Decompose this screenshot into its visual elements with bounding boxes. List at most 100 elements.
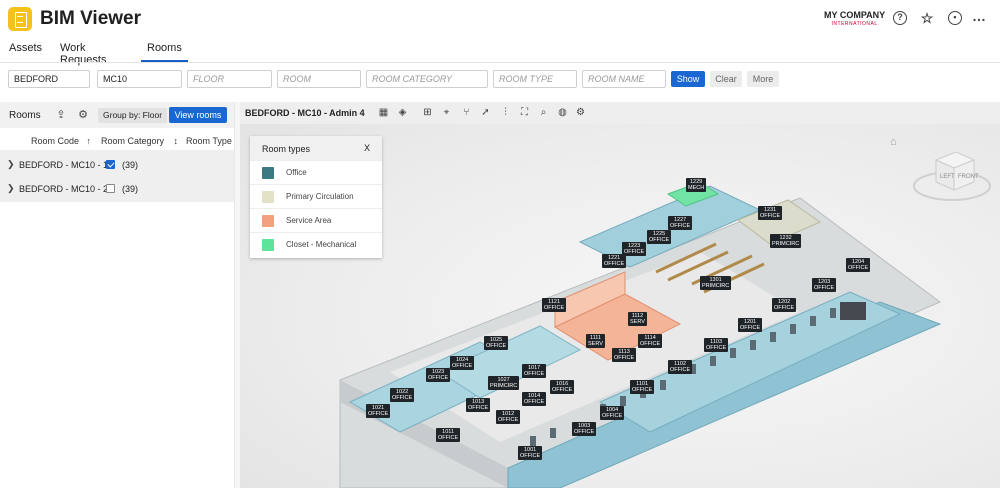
room-label[interactable]: 1201 OFFICE — [738, 318, 763, 332]
col-room-category[interactable]: Room Category ↕ — [101, 136, 178, 146]
col-room-code[interactable]: Room Code ↑ — [31, 136, 91, 146]
room-type: OFFICE — [814, 285, 835, 291]
room-type: OFFICE — [640, 341, 661, 347]
room-count: (39) — [122, 160, 139, 170]
chevron-right-icon[interactable]: ❯ — [7, 159, 15, 170]
room-label[interactable]: 1022 OFFICE — [390, 388, 415, 402]
site-input[interactable] — [8, 70, 90, 88]
rooms-panel-title: Rooms — [9, 110, 41, 121]
tab-rooms[interactable]: Rooms — [141, 42, 188, 62]
room-category-input[interactable] — [366, 70, 488, 88]
room-label[interactable]: 1111 SERV — [586, 334, 605, 348]
room-type: MECH — [688, 185, 705, 191]
room-label[interactable]: 1101 OFFICE — [630, 380, 655, 394]
hvac-unit — [840, 302, 866, 320]
room-type: OFFICE — [428, 375, 449, 381]
floor-input[interactable] — [187, 70, 272, 88]
user-icon[interactable]: • — [948, 11, 962, 25]
room-label[interactable]: 1017 OFFICE — [522, 364, 547, 378]
legend-swatch — [262, 167, 274, 179]
tab-assets[interactable]: Assets — [9, 42, 42, 54]
room-label[interactable]: 1221 OFFICE — [602, 254, 627, 268]
clear-button[interactable]: Clear — [710, 71, 742, 87]
legend-swatch — [262, 191, 274, 203]
room-label[interactable]: 1021 OFFICE — [366, 404, 391, 418]
floor-checkbox[interactable] — [106, 184, 115, 193]
room-type: OFFICE — [706, 345, 727, 351]
legend-close-button[interactable]: X — [364, 143, 370, 153]
legend-item: Service Area — [250, 208, 382, 232]
room-label[interactable]: 1102 OFFICE — [668, 360, 693, 374]
room-type: OFFICE — [524, 399, 545, 405]
app-logo-icon — [8, 7, 32, 31]
floor-label: BEDFORD - MC10 - 1 — [19, 160, 109, 170]
gear-icon[interactable]: ⚙ — [77, 109, 89, 121]
home-view-icon[interactable]: ⌂ — [890, 136, 897, 148]
list-item[interactable]: ❯ BEDFORD - MC10 - 1 (39) — [0, 154, 234, 176]
room-type: OFFICE — [438, 435, 459, 441]
legend-swatch — [262, 239, 274, 251]
floor-label: BEDFORD - MC10 - 2 — [19, 184, 109, 194]
legend-header: Room types X — [250, 136, 382, 160]
room-label[interactable]: 1003 OFFICE — [572, 422, 597, 436]
room-label[interactable]: 1204 OFFICE — [846, 258, 871, 272]
help-icon[interactable]: ? — [893, 11, 907, 25]
room-input[interactable] — [277, 70, 361, 88]
room-type: OFFICE — [614, 355, 635, 361]
room-type: OFFICE — [498, 417, 519, 423]
room-label[interactable]: 1232 PRIMCIRC — [770, 234, 802, 248]
room-type: OFFICE — [774, 305, 795, 311]
room-type: OFFICE — [649, 237, 670, 243]
room-label[interactable]: 1121 OFFICE — [542, 298, 567, 312]
export-icon[interactable]: ⇪ — [55, 109, 67, 121]
nav-cube[interactable]: LEFT FRONT — [912, 146, 992, 216]
room-label[interactable]: 1011 OFFICE — [436, 428, 461, 442]
room-label[interactable]: 1016 OFFICE — [550, 380, 575, 394]
more-button[interactable]: More — [747, 71, 779, 87]
room-label[interactable]: 1025 OFFICE — [484, 336, 509, 350]
room-label[interactable]: 1012 OFFICE — [496, 410, 521, 424]
room-label[interactable]: 1203 OFFICE — [812, 278, 837, 292]
bim-3d-viewer[interactable]: BEDFORD - MC10 - Admin 4 ▦ ◈ ⊞ ⌖ ⑂ ➚ ⫶ ⛶… — [240, 102, 1000, 488]
room-type: OFFICE — [468, 405, 489, 411]
room-label[interactable]: 1023 OFFICE — [426, 368, 451, 382]
col-room-type[interactable]: Room Type — [186, 136, 232, 146]
room-label[interactable]: 1231 OFFICE — [758, 206, 783, 220]
room-type: OFFICE — [848, 265, 869, 271]
room-type-input[interactable] — [493, 70, 577, 88]
room-type: SERV — [630, 319, 645, 325]
room-label[interactable]: 1024 OFFICE — [450, 356, 475, 370]
list-item[interactable]: ❯ BEDFORD - MC10 - 2 (39) — [0, 178, 234, 200]
room-label[interactable]: 1013 OFFICE — [466, 398, 491, 412]
favorite-settings-icon[interactable]: ☆ — [920, 11, 934, 25]
room-label[interactable]: 1014 OFFICE — [522, 392, 547, 406]
room-label[interactable]: 1114 OFFICE — [638, 334, 663, 348]
room-count: (39) — [122, 184, 139, 194]
room-type: OFFICE — [624, 249, 645, 255]
room-label[interactable]: 1004 OFFICE — [600, 406, 625, 420]
view-rooms-button[interactable]: View rooms — [169, 107, 227, 123]
room-label[interactable]: 1113 OFFICE — [612, 348, 637, 362]
app-title: BIM Viewer — [40, 8, 142, 29]
room-type: SERV — [588, 341, 603, 347]
room-label[interactable]: 1103 OFFICE — [704, 338, 729, 352]
group-by-button[interactable]: Group by: Floor — [98, 108, 168, 123]
chevron-right-icon[interactable]: ❯ — [7, 183, 15, 194]
room-label[interactable]: 1001 OFFICE — [518, 446, 543, 460]
room-label[interactable]: 1027 PRIMCIRC — [488, 376, 520, 390]
room-name-input[interactable] — [582, 70, 666, 88]
show-button[interactable]: Show — [671, 71, 705, 87]
more-icon[interactable]: … — [972, 9, 986, 25]
room-label[interactable]: 1202 OFFICE — [772, 298, 797, 312]
room-label[interactable]: 1227 OFFICE — [668, 216, 693, 230]
room-label[interactable]: 1301 PRIMCIRC — [700, 276, 732, 290]
room-label[interactable]: 1112 SERV — [628, 312, 647, 326]
room-label[interactable]: 1229 MECH — [686, 178, 707, 192]
nav-cube-left: LEFT — [940, 174, 955, 180]
sort-toggle-icon: ↕ — [173, 136, 179, 146]
floor-checkbox[interactable] — [106, 160, 115, 169]
room-type: OFFICE — [602, 413, 623, 419]
building-input[interactable] — [97, 70, 182, 88]
room-type: PRIMCIRC — [772, 241, 800, 247]
room-label[interactable]: 1225 OFFICE — [647, 230, 672, 244]
